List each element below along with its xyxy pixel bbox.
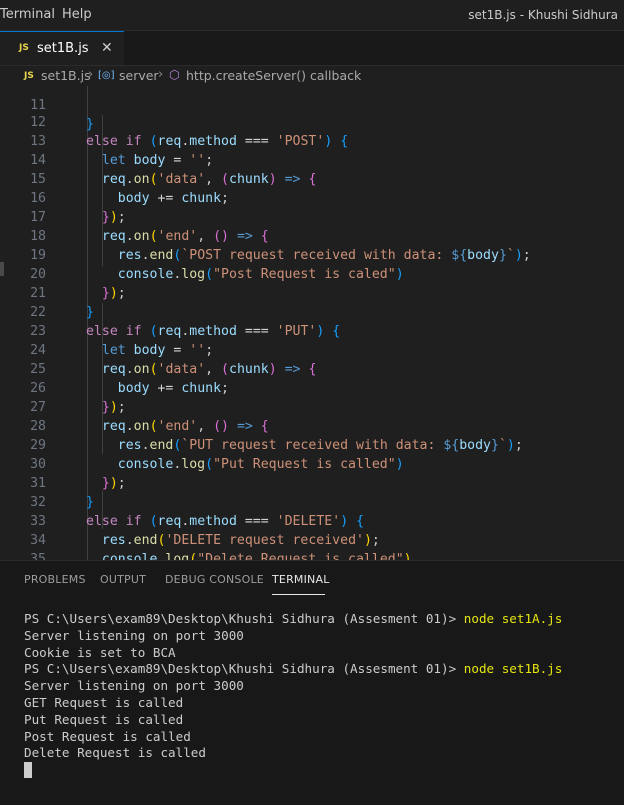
code-line: 13 let body = ''; (30, 134, 214, 168)
tab-problems[interactable]: PROBLEMS (24, 573, 86, 586)
tab-terminal[interactable]: TERMINAL (272, 573, 330, 586)
terminal-line: Server listening on port 3000 (24, 678, 244, 693)
menu-help[interactable]: Help (62, 7, 92, 22)
terminal-line: Delete Request is called (24, 745, 206, 760)
breadcrumb: JS set1B.js › [◎] server › ⬡ http.create… (0, 66, 624, 86)
chevron-right-icon: › (88, 67, 94, 82)
breadcrumb-callback[interactable]: http.createServer() callback (186, 68, 361, 83)
terminal-line: Server listening on port 3000 (24, 628, 244, 643)
breadcrumb-file[interactable]: set1B.js (41, 68, 91, 83)
tab-output[interactable]: OUTPUT (100, 573, 146, 586)
tab-label: set1B.js (37, 41, 89, 56)
terminal-line: GET Request is called (24, 695, 184, 710)
code-line: 31 } (30, 476, 94, 510)
js-file-icon: JS (19, 43, 29, 53)
code-line: 25 body += chunk; (30, 362, 229, 396)
method-cube-icon: ⬡ (169, 67, 180, 82)
code-line: 27 req.on('end', () => { (30, 400, 269, 434)
editor-tab-strip: JS set1B.js ✕ (0, 31, 624, 66)
code-line: 29 console.log("Put Request is called") (30, 438, 404, 472)
code-line: 15 body += chunk; (30, 172, 229, 206)
variable-icon: [◎] (98, 70, 115, 81)
code-line: 26 }); (30, 381, 126, 415)
terminal-line: PS C:\Users\exam89\Desktop\Khushi Sidhur… (24, 661, 563, 676)
code-line: 21 } (30, 286, 94, 320)
code-line: 33 res.end('DELETE request received'); (30, 514, 380, 548)
code-line: 22 else if (req.method === 'PUT') { (30, 305, 341, 339)
code-line: 16 }); (30, 191, 126, 225)
code-line: 34 console.log("Delete Request is called… (30, 533, 412, 560)
code-line: 12 else if (req.method === 'POST') { (30, 115, 349, 149)
window-title: set1B.js - Khushi Sidhura (468, 8, 618, 22)
code-line: 19 console.log("Post Request is caled") (30, 248, 404, 282)
terminal-cursor (24, 762, 32, 778)
code-line: 30 }); (30, 457, 126, 491)
chevron-right-icon: › (158, 67, 164, 82)
code-line: 23 let body = ''; (30, 324, 214, 358)
menu-terminal[interactable]: Terminal (0, 7, 55, 22)
code-line: 18 res.end(`POST request received with d… (30, 229, 531, 263)
tab-set1b-js[interactable]: JS set1B.js ✕ (0, 31, 124, 65)
title-bar: Terminal Help set1B.js - Khushi Sidhura (0, 0, 624, 31)
terminal-line: Cookie is set to BCA (24, 645, 176, 660)
code-line: 17 req.on('end', () => { (30, 210, 269, 244)
code-line: 36 else { (0, 550, 624, 560)
close-icon[interactable]: ✕ (101, 40, 113, 56)
code-line: 32 else if (req.method === 'DELETE') { (30, 495, 365, 529)
code-line: 14 req.on('data', (chunk) => { (30, 153, 317, 187)
terminal-line: Post Request is called (24, 729, 191, 744)
code-line: 20 }); (30, 267, 126, 301)
code-editor[interactable]: 11 } 12 else if (req.method === 'POST') … (0, 86, 624, 560)
terminal-line: PS C:\Users\exam89\Desktop\Khushi Sidhur… (24, 611, 563, 626)
code-line: 24 req.on('data', (chunk) => { (30, 343, 317, 377)
js-file-icon: JS (24, 71, 34, 81)
code-line: 28 res.end(`PUT request received with da… (30, 419, 523, 453)
breadcrumb-server[interactable]: server (119, 68, 159, 83)
terminal-line: Put Request is called (24, 712, 184, 727)
active-tab-indicator (272, 594, 325, 595)
code-line: 35 } (30, 552, 46, 560)
tab-debug-console[interactable]: DEBUG CONSOLE (165, 573, 264, 586)
